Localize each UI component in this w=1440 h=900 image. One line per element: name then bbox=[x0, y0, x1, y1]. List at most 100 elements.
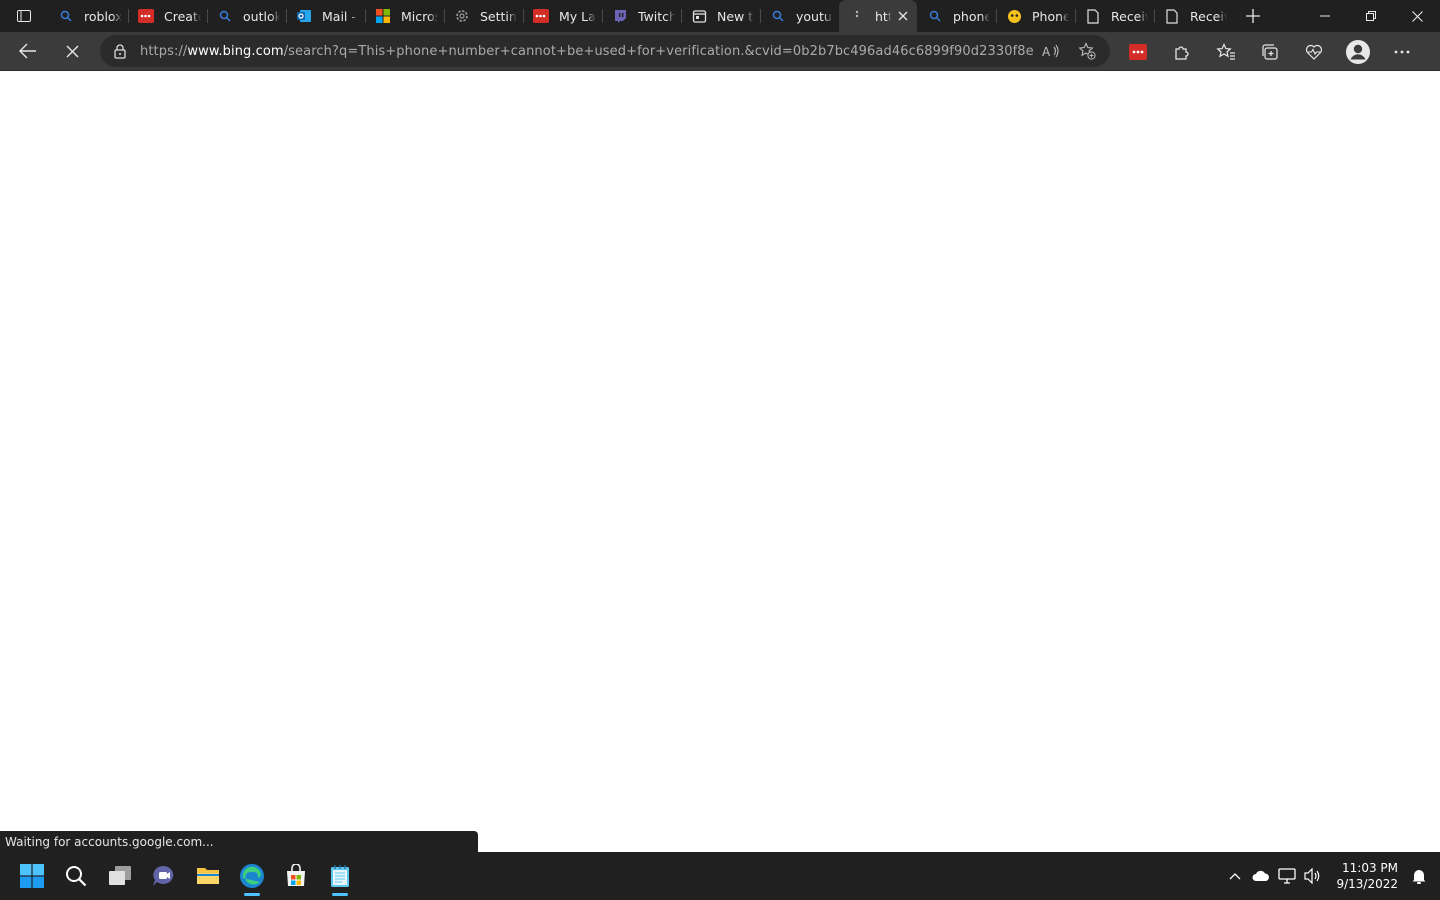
tab-title: Settings bbox=[480, 8, 517, 24]
minimize-button[interactable] bbox=[1302, 0, 1348, 32]
edge-icon bbox=[240, 864, 264, 888]
volume-button[interactable] bbox=[1300, 861, 1326, 891]
teams-chat-button[interactable] bbox=[142, 854, 186, 898]
taskbar-search-button[interactable] bbox=[54, 854, 98, 898]
speaker-icon bbox=[1304, 868, 1320, 884]
gear-icon bbox=[454, 8, 470, 24]
lastpass-icon bbox=[1129, 43, 1147, 60]
tab-title: My Last bbox=[559, 8, 596, 24]
lastpass-extension-button[interactable] bbox=[1116, 36, 1160, 68]
system-tray: 11:03 PM 9/13/2022 bbox=[1222, 852, 1440, 900]
stop-loading-button[interactable] bbox=[54, 35, 90, 67]
tab-outlok[interactable]: outlok bbox=[207, 0, 286, 32]
microsoft-icon bbox=[375, 8, 391, 24]
close-tab-icon[interactable] bbox=[895, 8, 911, 24]
tab-title: htt bbox=[875, 8, 891, 24]
tab-receive-1[interactable]: Receive bbox=[1075, 0, 1154, 32]
add-favorite-button[interactable] bbox=[1070, 35, 1104, 67]
outlook-icon bbox=[296, 8, 312, 24]
tab-strip: roblox Create outlok Mail - C Microso Se… bbox=[0, 0, 1440, 32]
file-explorer-button[interactable] bbox=[186, 854, 230, 898]
puzzle-icon bbox=[1175, 45, 1189, 60]
more-icon bbox=[1394, 50, 1410, 53]
extensions-button[interactable] bbox=[1160, 36, 1204, 68]
back-arrow-icon bbox=[19, 43, 36, 59]
start-button[interactable] bbox=[10, 854, 54, 898]
lastpass-icon bbox=[138, 8, 154, 24]
tab-settings[interactable]: Settings bbox=[444, 0, 523, 32]
tab-phone[interactable]: phone bbox=[917, 0, 996, 32]
tab-title: Phone I bbox=[1032, 8, 1069, 24]
favorites-icon bbox=[1216, 42, 1235, 60]
browser-toolbar: https://www.bing.com/search?q=This+phone… bbox=[0, 32, 1440, 88]
network-button[interactable] bbox=[1274, 861, 1300, 891]
stop-icon bbox=[66, 45, 78, 57]
clock[interactable]: 11:03 PM 9/13/2022 bbox=[1326, 860, 1406, 892]
tab-microsoft[interactable]: Microso bbox=[365, 0, 444, 32]
notification-bell-icon bbox=[1412, 870, 1426, 884]
tab-roblox[interactable]: roblox bbox=[48, 0, 128, 32]
avatar-icon bbox=[1346, 39, 1370, 64]
url-text[interactable]: https://www.bing.com/search?q=This+phone… bbox=[140, 44, 1034, 59]
lastpass-icon bbox=[533, 8, 549, 24]
bing-search-icon bbox=[58, 8, 74, 24]
task-view-button[interactable] bbox=[98, 854, 142, 898]
tab-title: Create bbox=[164, 8, 201, 24]
chevron-up-icon bbox=[1230, 873, 1241, 880]
start-icon bbox=[20, 864, 44, 888]
taskbar: 11:03 PM 9/13/2022 bbox=[0, 852, 1440, 900]
tab-create[interactable]: Create bbox=[128, 0, 207, 32]
read-aloud-button[interactable]: A bbox=[1034, 35, 1068, 67]
svg-text:A: A bbox=[1042, 45, 1051, 59]
tab-twitch[interactable]: Twitch bbox=[602, 0, 681, 32]
collections-button[interactable] bbox=[1248, 36, 1292, 68]
tab-actions-icon bbox=[17, 10, 31, 22]
tab-title: roblox bbox=[84, 8, 122, 24]
tab-youtube[interactable]: youtube bbox=[760, 0, 839, 32]
url-host: www.bing.com bbox=[187, 43, 284, 59]
browser-essentials-button[interactable] bbox=[1292, 36, 1336, 68]
new-tab-button[interactable] bbox=[1233, 0, 1273, 32]
edge-taskbar-button[interactable] bbox=[230, 854, 274, 898]
settings-more-button[interactable] bbox=[1380, 36, 1424, 68]
twitch-icon bbox=[612, 8, 628, 24]
tab-title: New tal bbox=[717, 8, 754, 24]
show-hidden-icons-button[interactable] bbox=[1222, 861, 1248, 891]
tab-title: Mail - C bbox=[322, 8, 359, 24]
clock-date: 9/13/2022 bbox=[1336, 877, 1398, 891]
status-bar: Waiting for accounts.google.com... bbox=[0, 831, 478, 852]
close-window-button[interactable] bbox=[1394, 0, 1440, 32]
window-controls bbox=[1302, 0, 1440, 32]
task-view-icon bbox=[109, 866, 131, 885]
onedrive-button[interactable] bbox=[1248, 861, 1274, 891]
bing-search-icon bbox=[927, 8, 943, 24]
store-button[interactable] bbox=[274, 854, 318, 898]
heart-pulse-icon bbox=[1305, 44, 1323, 60]
bing-search-icon bbox=[770, 8, 786, 24]
newtab-icon bbox=[691, 8, 707, 24]
search-icon bbox=[66, 866, 87, 887]
lock-icon bbox=[100, 43, 140, 59]
back-button[interactable] bbox=[10, 35, 46, 67]
plus-icon bbox=[1246, 9, 1260, 23]
tab-mail[interactable]: Mail - C bbox=[286, 0, 365, 32]
address-bar[interactable]: https://www.bing.com/search?q=This+phone… bbox=[100, 35, 1110, 67]
notifications-button[interactable] bbox=[1406, 861, 1432, 891]
notepad-icon bbox=[331, 865, 349, 887]
loading-icon bbox=[849, 8, 865, 24]
notepad-button[interactable] bbox=[318, 854, 362, 898]
favorites-button[interactable] bbox=[1204, 36, 1248, 68]
restore-icon bbox=[1366, 11, 1376, 21]
tab-active-loading[interactable]: htt bbox=[839, 0, 917, 32]
tab-phone-app[interactable]: Phone I bbox=[996, 0, 1075, 32]
tab-my-lastpass[interactable]: My Last bbox=[523, 0, 602, 32]
tab-receive-2[interactable]: Receive bbox=[1154, 0, 1233, 32]
profile-button[interactable] bbox=[1336, 36, 1380, 68]
tab-actions-button[interactable] bbox=[0, 0, 48, 32]
tab-title: Twitch bbox=[638, 8, 675, 24]
tab-new-tab[interactable]: New tal bbox=[681, 0, 760, 32]
minimize-icon bbox=[1320, 15, 1330, 17]
restore-button[interactable] bbox=[1348, 0, 1394, 32]
tab-title: Receive bbox=[1111, 8, 1148, 24]
status-text: Waiting for accounts.google.com... bbox=[5, 834, 214, 849]
